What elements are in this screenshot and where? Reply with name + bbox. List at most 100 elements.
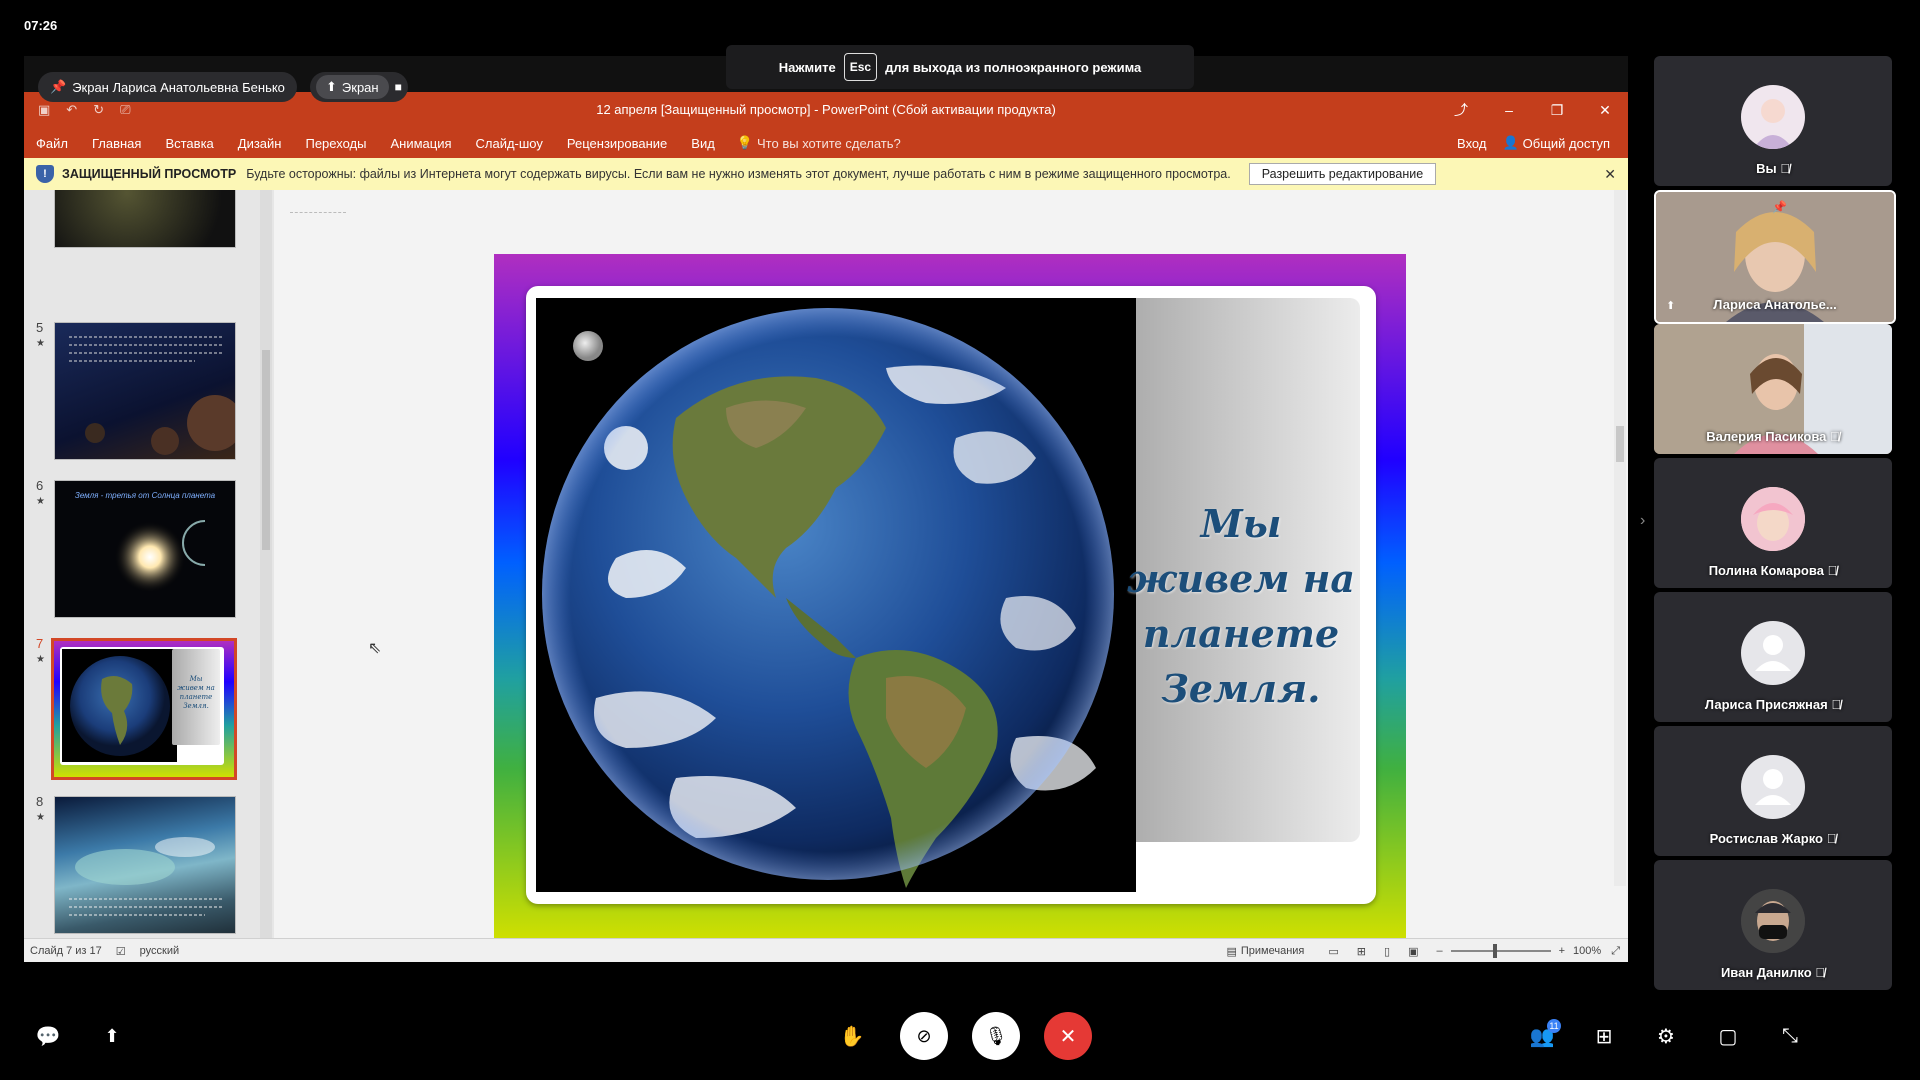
close-window-button[interactable]: ✕: [1582, 92, 1628, 128]
mic-off-icon: 🎙̸: [1831, 697, 1842, 712]
participant-name: Вы 🎙̸: [1756, 161, 1790, 176]
current-slide: Мы живем на планете Земля.: [494, 254, 1406, 940]
camera-off-button[interactable]: ⊘: [900, 1012, 948, 1060]
protected-view-bar: ! ЗАЩИЩЕННЫЙ ПРОСМОТР Будьте осторожны: …: [24, 158, 1628, 190]
slide-text: Мы живем на планете Земля.: [1126, 496, 1356, 716]
raise-hand-icon[interactable]: ✋: [832, 1016, 872, 1056]
normal-view-icon[interactable]: ▭: [1328, 945, 1338, 958]
share-button[interactable]: 👤 Общий доступ: [1502, 135, 1610, 151]
tab-view[interactable]: Вид: [679, 136, 727, 151]
shield-icon: !: [36, 165, 54, 183]
fit-slide-icon[interactable]: ⤢: [1611, 945, 1620, 958]
tab-file[interactable]: Файл: [24, 136, 80, 151]
participant-name: Иван Данилко 🎙̸: [1720, 965, 1826, 980]
tab-design[interactable]: Дизайн: [226, 136, 294, 151]
share-label: Общий доступ: [1522, 135, 1610, 151]
participants-count-badge: 11: [1547, 1019, 1561, 1033]
screen-share-icon: ⬆: [326, 79, 337, 94]
participant-tile[interactable]: Валерия Пасикова 🎙̸: [1654, 324, 1892, 454]
mic-off-icon: 🎙̸: [1780, 161, 1790, 176]
notes-button[interactable]: ▤ Примечания: [1226, 945, 1304, 958]
lightbulb-icon: 💡: [736, 135, 754, 150]
person-icon: 👤: [1502, 135, 1519, 150]
thumbnails-scrollbar[interactable]: [260, 190, 272, 940]
participant-name: Ростислав Жарко 🎙̸: [1709, 831, 1837, 846]
tab-insert[interactable]: Вставка: [153, 136, 225, 151]
participant-tile[interactable]: Полина Комарова 🎙̸: [1654, 458, 1892, 588]
zoom-in-icon[interactable]: +: [1559, 945, 1565, 957]
participant-tile[interactable]: Ростислав Жарко 🎙̸: [1654, 726, 1892, 856]
slide-thumbnail-4[interactable]: [54, 190, 236, 248]
zoom-out-icon[interactable]: –: [1436, 945, 1442, 957]
layout-icon[interactable]: ▢: [1708, 1016, 1748, 1056]
ribbon-tabs: Файл Главная Вставка Дизайн Переходы Ани…: [24, 128, 1628, 158]
planet-star-image: [114, 520, 206, 593]
spellcheck-icon[interactable]: ☑: [116, 945, 126, 958]
avatar: [1741, 487, 1805, 551]
status-bar: Слайд 7 из 17 ☑ русский ▤ Примечания ▭ ⊞…: [24, 938, 1628, 962]
grid-view-icon[interactable]: ⊞: [1584, 1016, 1624, 1056]
screen-label: Экран: [341, 79, 379, 95]
slide-text-line: планете: [1142, 611, 1340, 656]
protected-title: ЗАЩИЩЕННЫЙ ПРОСМОТР: [62, 167, 237, 181]
slide-thumbnail-7[interactable]: Мы живем на планете Земля.: [51, 638, 237, 780]
clock: 07:26: [24, 18, 58, 33]
slide-counter: Слайд 7 из 17: [30, 945, 102, 957]
tab-home[interactable]: Главная: [80, 136, 153, 151]
settings-gear-icon[interactable]: ⚙: [1646, 1016, 1686, 1056]
esc-text-after: для выхода из полноэкранного режима: [885, 59, 1142, 75]
restore-button[interactable]: ❐: [1534, 92, 1580, 128]
zoom-level[interactable]: 100%: [1573, 945, 1601, 957]
esc-text-before: Нажмите: [778, 59, 836, 75]
participant-tile[interactable]: Иван Данилко 🎙̸: [1654, 860, 1892, 990]
end-call-button[interactable]: ✕: [1044, 1012, 1092, 1060]
sign-in-link[interactable]: Вход: [1457, 136, 1486, 151]
slide-thumbnail-5[interactable]: [54, 322, 236, 460]
thumb6-caption: Земля - третья от Солнца планета: [74, 491, 216, 500]
pin-icon[interactable]: 📌: [1772, 200, 1787, 214]
avatar: [1741, 889, 1805, 953]
exit-fullscreen-icon[interactable]: ⤡: [1770, 1016, 1810, 1056]
slide-scrollbar[interactable]: [1614, 190, 1626, 886]
tell-me-text: Что вы хотите сделать?: [757, 135, 901, 151]
close-icon[interactable]: ✕: [1604, 166, 1616, 183]
pin-icon: 📌: [50, 79, 67, 94]
esc-key: Esc: [843, 53, 878, 81]
presenter-pill[interactable]: 📌 Экран Лариса Анатольевна Бенько: [38, 72, 297, 102]
enable-editing-button[interactable]: Разрешить редактирование: [1248, 163, 1437, 185]
screen-pill[interactable]: ⬆ Экран ■: [310, 72, 408, 102]
language-label[interactable]: русский: [140, 945, 179, 957]
thumbnails-scroll-thumb[interactable]: [262, 350, 270, 550]
collapse-sidebar-icon[interactable]: ›: [1640, 512, 1645, 530]
ribbon-display-icon[interactable]: ⤴: [1438, 92, 1484, 128]
minimize-button[interactable]: –: [1486, 92, 1532, 128]
placeholder-line: [290, 212, 346, 217]
tell-me-box[interactable]: 💡 Что вы хотите сделать?: [727, 135, 911, 151]
slide-thumbnail-8[interactable]: [54, 796, 236, 934]
thumb7-text: Мы живем на планете Земля.: [177, 675, 215, 710]
participant-name: Валерия Пасикова 🎙̸: [1706, 429, 1840, 444]
slide-text-line: живем на: [1126, 556, 1356, 601]
zoom-slider[interactable]: [1450, 944, 1551, 958]
mic-off-button[interactable]: 🎙: [972, 1012, 1020, 1060]
participant-tile[interactable]: Лариса Присяжная 🎙̸: [1654, 592, 1892, 722]
participant-tile-speaker[interactable]: 📌 ⬆ Лариса Анатолье...: [1654, 190, 1896, 324]
slide-scroll-thumb[interactable]: [1616, 426, 1624, 462]
reading-view-icon[interactable]: ▯: [1384, 945, 1390, 958]
tab-slideshow[interactable]: Слайд-шоу: [464, 136, 555, 151]
participant-tile[interactable]: Вы 🎙̸: [1654, 56, 1892, 186]
slide-thumbnail-6[interactable]: Земля - третья от Солнца планета: [54, 480, 236, 618]
sorter-view-icon[interactable]: ⊞: [1357, 945, 1366, 958]
chat-icon[interactable]: 💬: [28, 1016, 68, 1056]
mic-off-icon: 🎙: [984, 1025, 1008, 1046]
notes-label: Примечания: [1240, 945, 1305, 957]
mic-off-icon: 🎙̸: [1815, 965, 1826, 980]
tab-review[interactable]: Рецензирование: [555, 136, 679, 151]
share-screen-icon[interactable]: ⬆: [92, 1016, 132, 1056]
participant-name: Полина Комарова 🎙̸: [1708, 563, 1838, 578]
tab-animation[interactable]: Анимация: [378, 136, 463, 151]
tab-transitions[interactable]: Переходы: [293, 136, 378, 151]
slide-number-6: 6: [36, 478, 44, 493]
slideshow-view-icon[interactable]: ▣: [1408, 945, 1418, 958]
default-avatar-icon: [1741, 621, 1805, 685]
